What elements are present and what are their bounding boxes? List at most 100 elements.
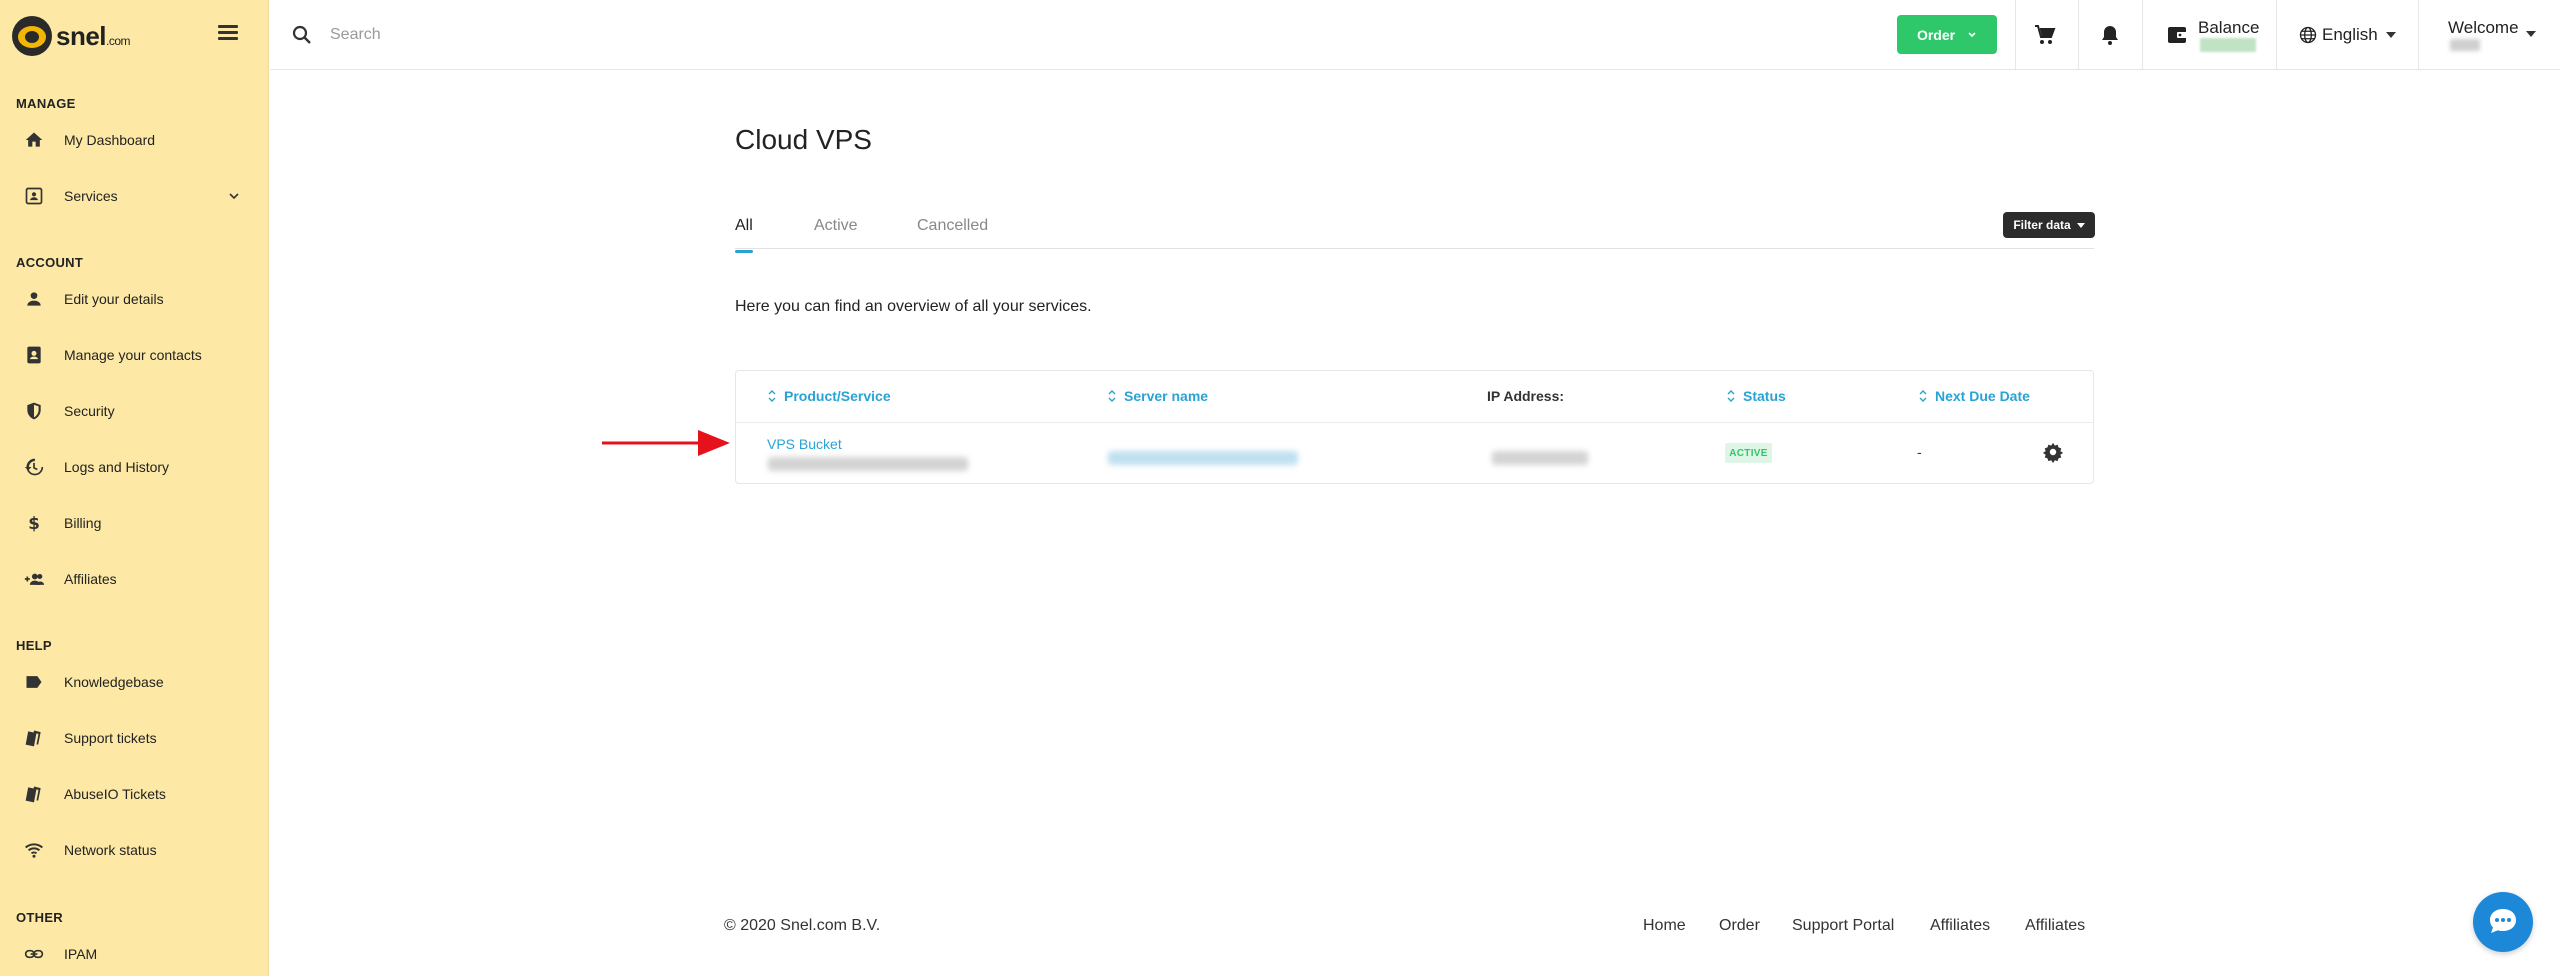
tab-active[interactable]: Active [814, 217, 858, 235]
footer-link-order[interactable]: Order [1719, 917, 1760, 935]
section-title-account: ACCOUNT [16, 255, 84, 270]
divider [2418, 0, 2419, 70]
brand-logo[interactable]: snel.com [12, 14, 131, 58]
sidebar-item-logs[interactable]: Logs and History [0, 447, 268, 487]
status-badge: ACTIVE [1725, 443, 1772, 463]
divider [2276, 0, 2277, 70]
sidebar-item-label: IPAM [64, 946, 98, 962]
red-arrow-annotation [602, 430, 730, 456]
sidebar-item-edit-details[interactable]: Edit your details [0, 279, 268, 319]
sidebar-item-contacts[interactable]: Manage your contacts [0, 335, 268, 375]
search-icon[interactable] [290, 23, 314, 47]
section-title-manage: MANAGE [16, 96, 76, 111]
copyright: © 2020 Snel.com B.V. [724, 917, 881, 934]
sort-icon [768, 390, 776, 402]
overview-text: Here you can find an overview of all you… [735, 298, 1092, 315]
product-link[interactable]: VPS Bucket [767, 436, 842, 452]
brand-suffix: .com [106, 33, 131, 48]
sidebar-item-network-status[interactable]: Network status [0, 830, 268, 870]
chevron-down-icon[interactable] [226, 188, 242, 204]
tab-label: All [735, 217, 753, 234]
footer-link-support-portal[interactable]: Support Portal [1792, 917, 1894, 935]
tab-all[interactable]: All [735, 217, 753, 253]
bell-icon[interactable] [2098, 23, 2122, 47]
chat-bubble-icon [2490, 909, 2516, 933]
language-selector[interactable]: English [2298, 22, 2396, 48]
sidebar-item-label: Logs and History [64, 459, 170, 475]
column-header-next-due-date[interactable]: Next Due Date [1919, 388, 2030, 404]
chat-button[interactable] [2473, 892, 2533, 952]
sort-icon [1108, 390, 1116, 402]
order-button[interactable]: Order [1897, 15, 1997, 54]
caret-down-icon [2385, 32, 2396, 38]
brand-name: snel [56, 20, 107, 51]
column-header-product[interactable]: Product/Service [768, 388, 891, 404]
sidebar-item-abuseio-tickets[interactable]: AbuseIO Tickets [0, 774, 268, 814]
globe-icon [2299, 26, 2317, 44]
sidebar-item-affiliates[interactable]: Affiliates [0, 559, 268, 599]
sidebar-item-ipam[interactable]: IPAM [0, 934, 268, 974]
filter-data-label: Filter data [2013, 218, 2071, 232]
sort-icon [1919, 390, 1927, 402]
wallet-icon[interactable] [2165, 23, 2189, 47]
footer-link-affiliates[interactable]: Affiliates [1930, 917, 1990, 935]
sidebar-item-security[interactable]: Security [0, 391, 268, 431]
footer-link-affiliates-2[interactable]: Affiliates [2025, 917, 2085, 935]
sidebar-item-support-tickets[interactable]: Support tickets [0, 718, 268, 758]
column-label: Product/Service [784, 388, 891, 404]
sidebar-item-label: Security [64, 403, 115, 419]
tickets-icon [22, 726, 46, 750]
contacts-icon [22, 343, 46, 367]
user-menu-welcome[interactable]: Welcome [2448, 18, 2519, 38]
svg-text:$: $ [28, 514, 40, 533]
gear-icon[interactable] [2042, 441, 2064, 463]
balance-label[interactable]: Balance [2198, 18, 2259, 38]
sidebar-item-label: Knowledgebase [64, 674, 164, 690]
sidebar-item-services[interactable]: Services [0, 176, 268, 216]
section-title-other: OTHER [16, 910, 63, 925]
sidebar-item-label: Manage your contacts [64, 347, 202, 363]
home-icon [22, 128, 46, 152]
sidebar-item-label: Support tickets [64, 730, 157, 746]
table-header: Product/Service Server name IP Address: … [736, 371, 2093, 423]
footer-link-home[interactable]: Home [1643, 917, 1686, 935]
dollar-icon: $ [22, 511, 46, 535]
balance-value [2200, 38, 2256, 52]
sidebar-item-label: Network status [64, 842, 157, 858]
sidebar-item-label: Edit your details [64, 291, 164, 307]
tab-cancelled[interactable]: Cancelled [917, 217, 988, 235]
sidebar-item-label: Affiliates [64, 571, 117, 587]
product-domain-redacted [768, 457, 968, 471]
services-table: Product/Service Server name IP Address: … [735, 370, 2094, 484]
filter-data-button[interactable]: Filter data [2003, 212, 2095, 238]
column-header-server-name[interactable]: Server name [1108, 388, 1208, 404]
column-label: Status [1743, 388, 1786, 404]
sidebar-item-billing[interactable]: $ Billing [0, 503, 268, 543]
topbar: Order Balance English Welcome [270, 0, 2560, 70]
language-label: English [2322, 25, 2378, 44]
wifi-icon [22, 838, 46, 862]
divider [2078, 0, 2079, 70]
active-tab-indicator [735, 250, 753, 253]
caret-down-icon[interactable] [2526, 31, 2536, 37]
sidebar-item-knowledgebase[interactable]: Knowledgebase [0, 662, 268, 702]
search-input[interactable] [330, 20, 830, 50]
sidebar-item-dashboard[interactable]: My Dashboard [0, 120, 268, 160]
sidebar-item-label: Billing [64, 515, 102, 531]
section-title-help: HELP [16, 638, 52, 653]
cart-icon[interactable] [2033, 23, 2057, 47]
bee-logo-icon [12, 16, 52, 56]
tabs: All Active Cancelled [735, 213, 2094, 253]
column-header-status[interactable]: Status [1727, 388, 1786, 404]
shield-icon [22, 399, 46, 423]
sidebar-item-label: Services [64, 188, 118, 204]
column-header-ip-address: IP Address: [1487, 388, 1565, 404]
hamburger-menu-icon[interactable] [216, 22, 240, 46]
ip-address-redacted [1492, 451, 1588, 465]
sort-icon [1727, 390, 1735, 402]
sidebar: snel.com MANAGE My Dashboard Services AC… [0, 0, 269, 976]
order-button-label: Order [1916, 26, 1956, 43]
label-icon [22, 670, 46, 694]
user-name [2450, 39, 2480, 51]
server-name-redacted[interactable] [1108, 451, 1298, 465]
